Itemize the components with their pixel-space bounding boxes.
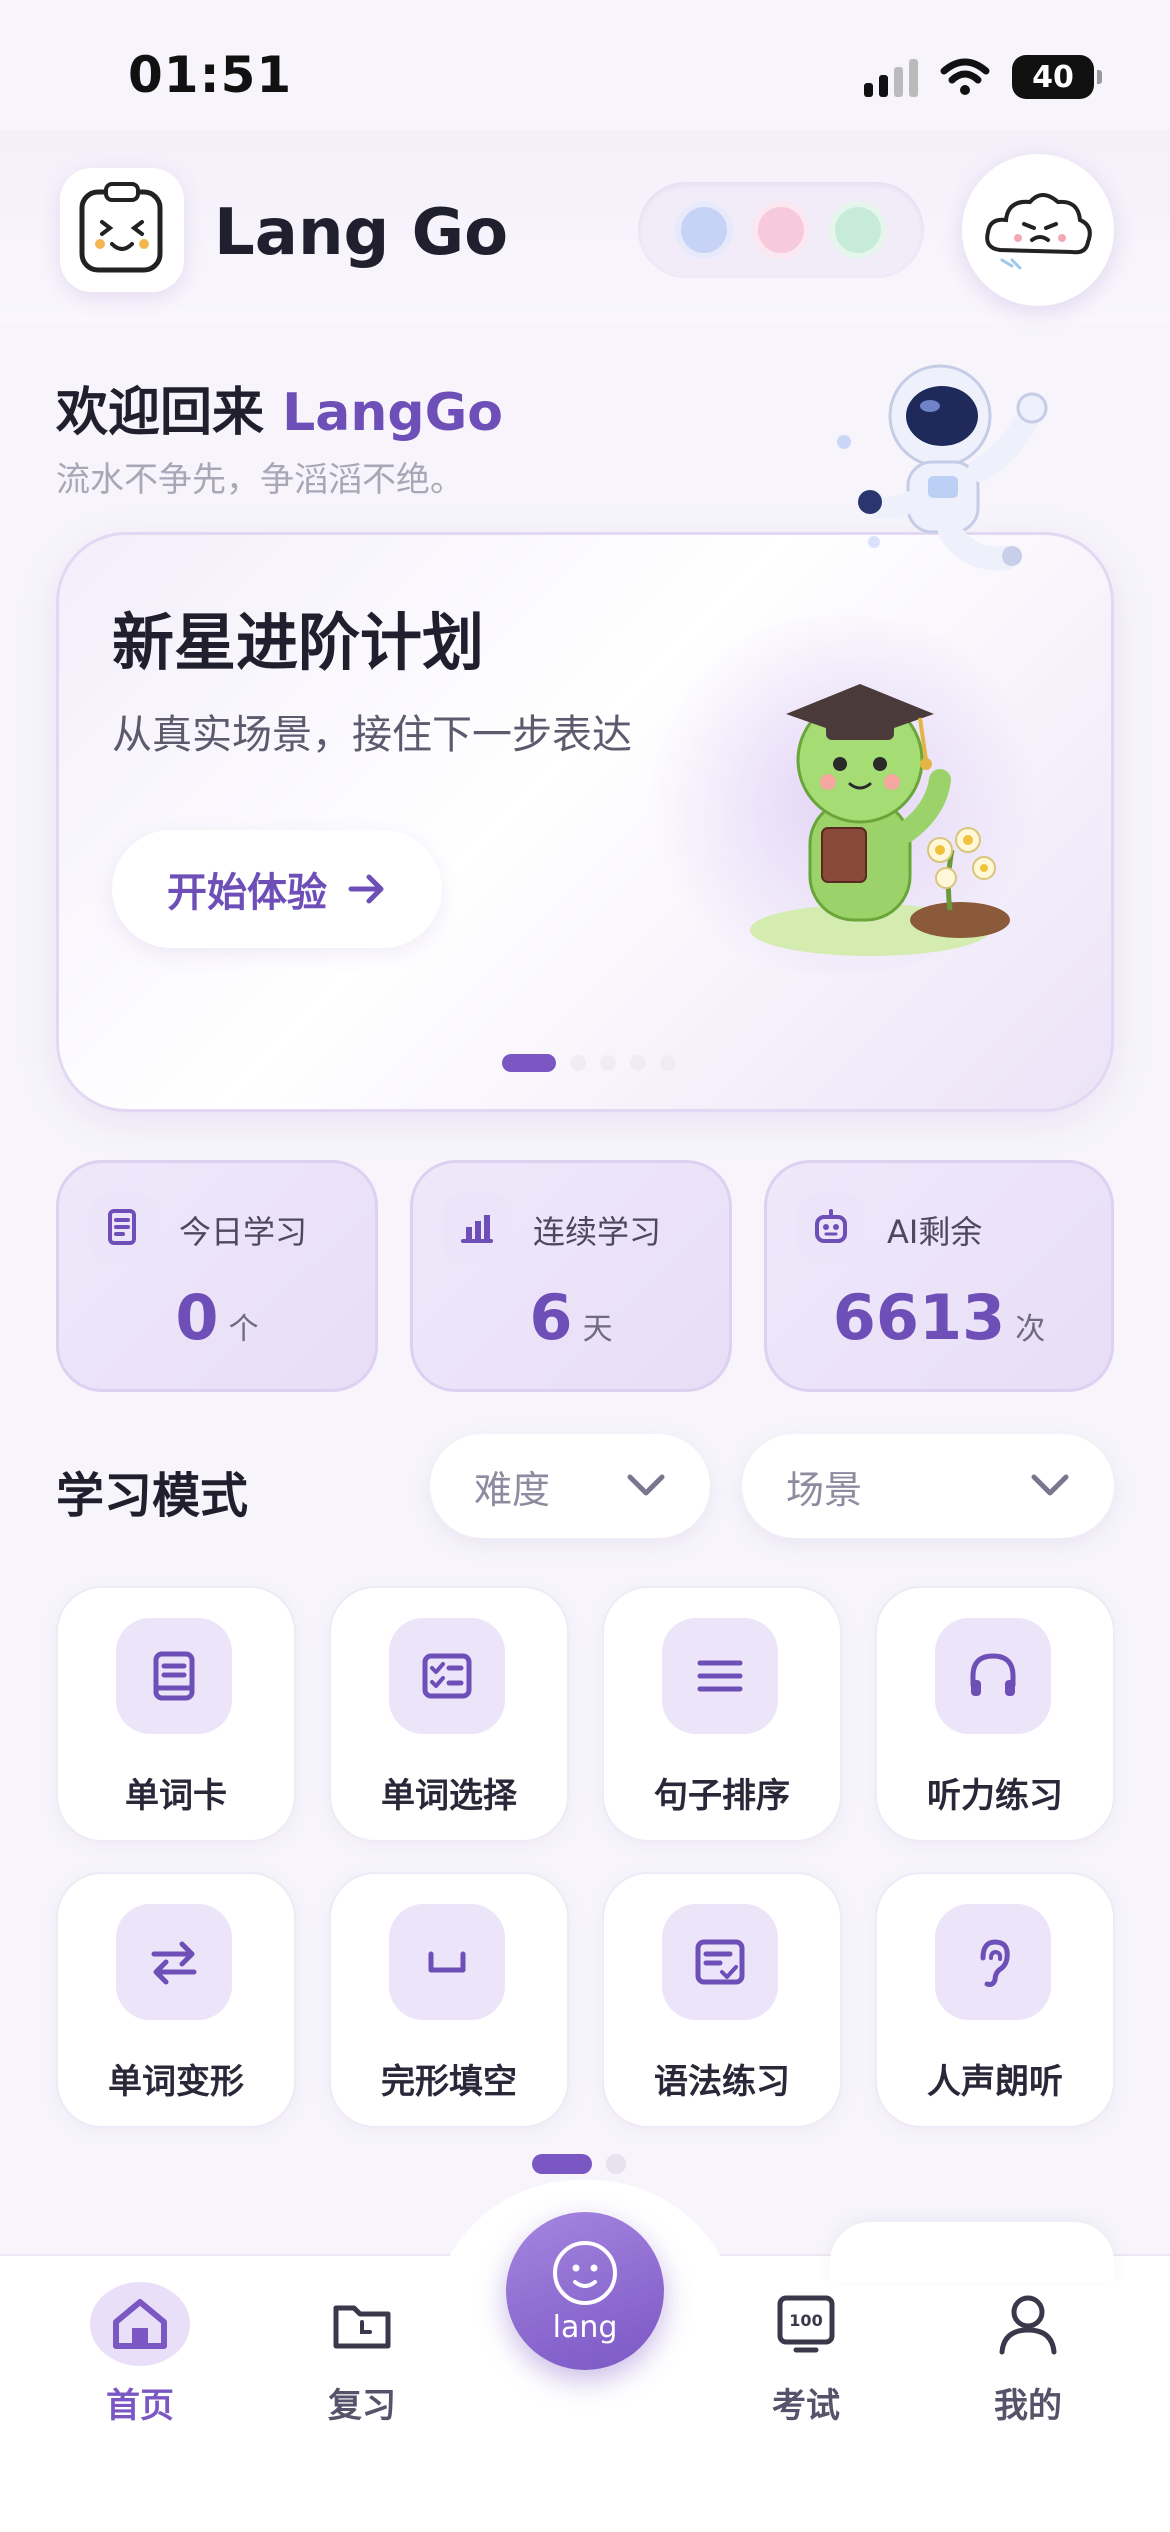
welcome-motto: 流水不争先，争滔滔不绝。 [56, 460, 464, 500]
tab-label: 考试 [772, 2386, 840, 2426]
app-title: Lang Go [214, 196, 509, 270]
chevron-down-icon [1031, 1474, 1069, 1496]
chevron-down-icon [627, 1474, 665, 1496]
lines-icon [662, 1618, 778, 1734]
tab-label: 我的 [994, 2386, 1062, 2426]
mode-tile-voice[interactable]: 人声朗听 [875, 1872, 1115, 2128]
floating-card-edge [830, 2222, 1114, 2282]
tab-review[interactable]: 复习 [282, 2282, 442, 2427]
smiling-note-logo-icon [79, 182, 163, 273]
mode-tile-word-choice[interactable]: 单词选择 [329, 1586, 569, 1842]
battery-level: 40 [1032, 59, 1074, 95]
tab-home[interactable]: 首页 [60, 2282, 220, 2427]
modes-page-dot[interactable] [532, 2154, 592, 2174]
welcome-brand-name: LangGo [282, 383, 503, 443]
theme-dot-blue[interactable] [681, 207, 728, 253]
stat-label: 今日学习 [179, 1213, 308, 1251]
mode-tile-word-form[interactable]: 单词变形 [56, 1872, 296, 2128]
tab-exam[interactable]: 100 考试 [726, 2282, 886, 2427]
start-trial-label: 开始体验 [167, 870, 327, 916]
stat-card-ai-remaining[interactable]: AI剩余 6613 次 [764, 1160, 1114, 1392]
stat-value: 6天 [529, 1281, 613, 1354]
mode-tile-word-card[interactable]: 单词卡 [56, 1586, 296, 1842]
graduate-mascot-illustration [750, 684, 1010, 956]
headphones-icon [935, 1618, 1051, 1734]
banner-page-dot[interactable] [660, 1055, 676, 1071]
center-button-label: lang [552, 2309, 618, 2345]
mode-tile-sentence-order[interactable]: 句子排序 [602, 1586, 842, 1842]
banner-page-dot[interactable] [502, 1054, 556, 1072]
home-icon [90, 2282, 190, 2366]
theme-dot-green[interactable] [834, 207, 881, 253]
banner-title: 新星进阶计划 [112, 606, 485, 679]
app-logo [60, 168, 184, 292]
mode-tile-grammar[interactable]: 语法练习 [602, 1872, 842, 2128]
folder-clock-icon [312, 2282, 412, 2366]
theme-dot-pink[interactable] [757, 207, 804, 253]
cellular-signal-icon [864, 57, 918, 97]
mode-label: 人声朗听 [927, 2062, 1063, 2102]
scene-label: 场景 [786, 1467, 863, 1512]
tab-label: 首页 [106, 2386, 174, 2426]
modes-page-dot[interactable] [606, 2154, 626, 2174]
astronaut-illustration [837, 364, 1048, 571]
banner-page-dot[interactable] [570, 1055, 586, 1071]
banner-page-dot[interactable] [600, 1055, 616, 1071]
modes-pager[interactable] [532, 2154, 626, 2174]
grumpy-cloud-avatar-icon [985, 193, 1092, 270]
avatar[interactable] [962, 154, 1114, 306]
difficulty-dropdown[interactable]: 难度 [430, 1434, 710, 1538]
mode-label: 句子排序 [654, 1776, 790, 1816]
welcome-greeting: 欢迎回来 [56, 383, 283, 443]
user-icon [978, 2282, 1078, 2366]
status-icons: 40 [864, 52, 1102, 102]
blank-icon [389, 1904, 505, 2020]
stat-card-streak[interactable]: 连续学习 6天 [410, 1160, 732, 1392]
ear-icon [935, 1904, 1051, 2020]
welcome-heading: 欢迎回来 LangGo [56, 370, 503, 445]
grammar-icon [662, 1904, 778, 2020]
theme-switcher[interactable] [638, 182, 924, 278]
mode-tile-cloze[interactable]: 完形填空 [329, 1872, 569, 2128]
swap-icon [116, 1904, 232, 2020]
scene-dropdown[interactable]: 场景 [742, 1434, 1114, 1538]
exam-100-icon: 100 [756, 2282, 856, 2366]
mode-label: 单词变形 [108, 2062, 244, 2102]
tab-label: 复习 [328, 2386, 396, 2426]
stat-value: 6613 次 [832, 1281, 1046, 1354]
stat-label: AI剩余 [887, 1213, 983, 1251]
mode-label: 完形填空 [381, 2062, 517, 2102]
status-time: 01:51 [128, 46, 293, 104]
stat-label: 连续学习 [533, 1213, 662, 1251]
mode-label: 单词卡 [125, 1776, 227, 1816]
robot-icon [797, 1193, 865, 1261]
banner-subtitle: 从真实场景，接住下一步表达 [112, 712, 632, 758]
document-icon [89, 1193, 157, 1261]
stat-value: 0个 [175, 1281, 259, 1354]
battery-icon: 40 [1012, 55, 1102, 99]
mode-tile-listening[interactable]: 听力练习 [875, 1586, 1115, 1842]
difficulty-label: 难度 [474, 1467, 551, 1512]
banner-pager[interactable] [502, 1054, 676, 1072]
learning-mode-title: 学习模式 [56, 1468, 249, 1524]
book-icon [116, 1618, 232, 1734]
stat-card-today[interactable]: 今日学习 0个 [56, 1160, 378, 1392]
chart-icon [443, 1193, 511, 1261]
checklist-icon [389, 1618, 505, 1734]
start-trial-button[interactable]: 开始体验 [112, 830, 442, 948]
lang-center-button[interactable]: lang [506, 2212, 664, 2370]
banner-page-dot[interactable] [630, 1055, 646, 1071]
tab-me[interactable]: 我的 [948, 2282, 1108, 2427]
mode-label: 单词选择 [381, 1776, 517, 1816]
smiley-face-icon [553, 2240, 617, 2305]
arrow-right-icon [348, 874, 384, 904]
svg-text:100: 100 [789, 2311, 822, 2330]
mode-label: 听力练习 [927, 1776, 1063, 1816]
mode-label: 语法练习 [654, 2062, 790, 2102]
wifi-icon [940, 58, 990, 95]
